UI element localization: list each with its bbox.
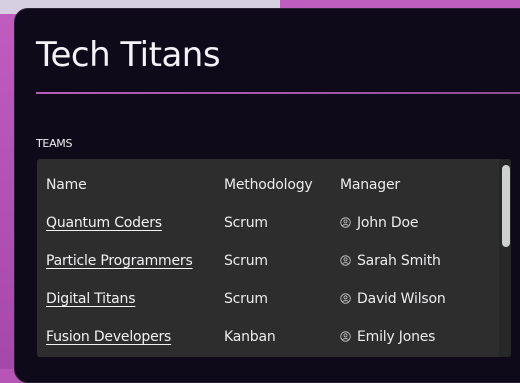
team-methodology: Scrum bbox=[224, 215, 268, 231]
team-methodology: Scrum bbox=[224, 291, 268, 307]
teams-table: Name Methodology Manager Quantum Coders … bbox=[37, 159, 511, 357]
title-divider bbox=[36, 92, 520, 94]
team-methodology: Scrum bbox=[224, 253, 268, 269]
team-manager: David Wilson bbox=[340, 291, 446, 307]
team-manager: John Doe bbox=[340, 215, 418, 231]
user-circle-icon bbox=[340, 331, 351, 342]
table-row: Digital Titans Scrum David Wilson bbox=[37, 281, 499, 319]
column-header-methodology: Methodology bbox=[224, 177, 313, 193]
manager-name: John Doe bbox=[357, 215, 419, 231]
manager-name: Emily Jones bbox=[357, 329, 436, 345]
column-header-manager: Manager bbox=[340, 177, 400, 193]
table-row: Particle Programmers Scrum Sarah Smith bbox=[37, 243, 499, 281]
section-label-teams: TEAMS bbox=[36, 137, 73, 150]
column-header-name: Name bbox=[46, 177, 87, 193]
table-scrollbar[interactable] bbox=[499, 159, 511, 357]
table-header-row: Name Methodology Manager bbox=[37, 167, 499, 205]
team-link[interactable]: Particle Programmers bbox=[46, 253, 193, 269]
table-row: Fusion Developers Kanban Emily Jones bbox=[37, 319, 499, 357]
user-circle-icon bbox=[340, 293, 351, 304]
team-manager: Emily Jones bbox=[340, 329, 435, 345]
team-link[interactable]: Quantum Coders bbox=[46, 215, 162, 231]
team-methodology: Kanban bbox=[224, 329, 276, 345]
team-link[interactable]: Digital Titans bbox=[46, 291, 136, 307]
user-circle-icon bbox=[340, 217, 351, 228]
manager-name: David Wilson bbox=[357, 291, 446, 307]
main-panel: Tech Titans TEAMS Name Methodology Manag… bbox=[14, 8, 520, 383]
page-title: Tech Titans bbox=[36, 35, 221, 75]
team-manager: Sarah Smith bbox=[340, 253, 441, 269]
scrollbar-thumb[interactable] bbox=[502, 165, 510, 247]
manager-name: Sarah Smith bbox=[357, 253, 441, 269]
table-row: Quantum Coders Scrum John Doe bbox=[37, 205, 499, 243]
team-link[interactable]: Fusion Developers bbox=[46, 329, 171, 345]
user-circle-icon bbox=[340, 255, 351, 266]
